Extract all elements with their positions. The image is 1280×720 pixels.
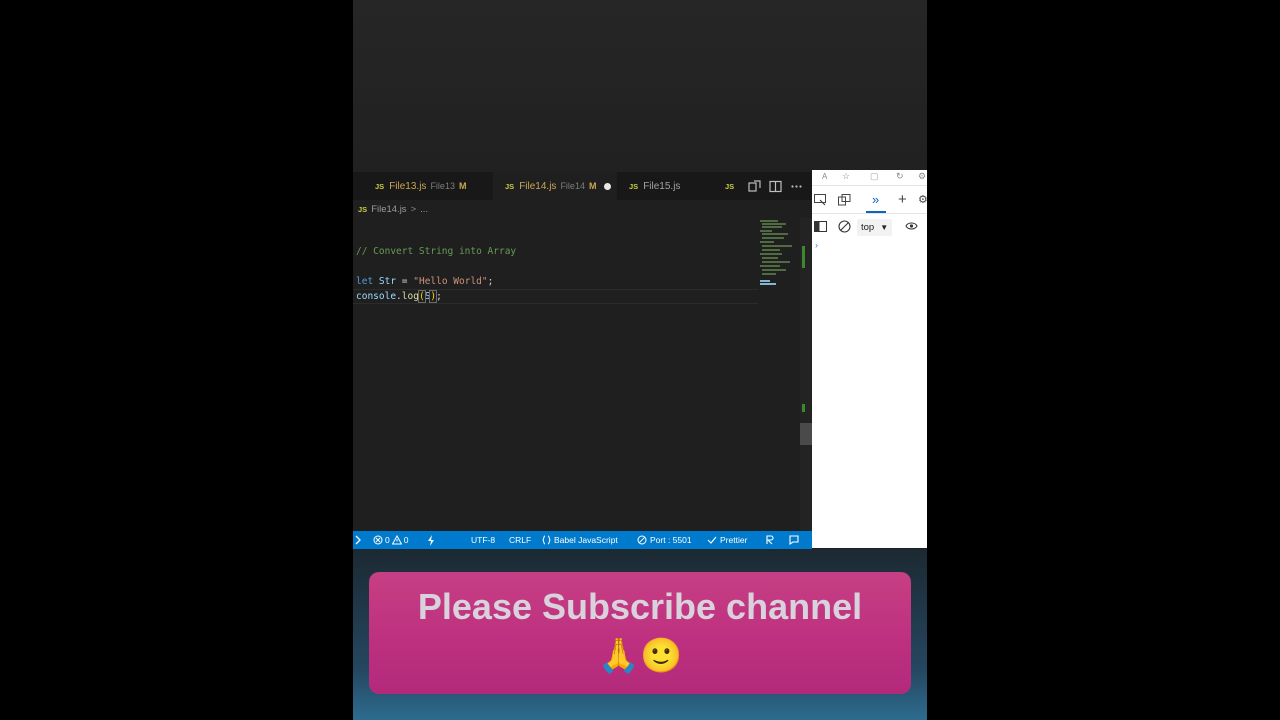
tab-file15[interactable]: JS File15.js	[629, 172, 719, 200]
devtools-tab-bar: » + ⚙	[812, 188, 927, 214]
breadcrumb-file[interactable]: File14.js	[371, 204, 406, 215]
sidebar-toggle-icon[interactable]	[814, 221, 827, 235]
inspect-element-icon[interactable]	[814, 194, 827, 209]
js-file-icon: JS	[358, 204, 368, 214]
code-line-comment: // Convert String into Array	[356, 246, 517, 257]
check-icon	[707, 536, 717, 544]
subscribe-banner[interactable]: Please Subscribe channel 🙏🙂	[369, 572, 911, 694]
tab-bar: JS File13.js File13 M JS File14.js File1…	[353, 172, 812, 200]
minimap[interactable]	[758, 218, 800, 531]
js-file-icon: JS	[375, 181, 385, 191]
split-editor-icon[interactable]	[768, 179, 783, 194]
tab-file14[interactable]: JS File14.js File14 M	[493, 172, 617, 200]
open-changes-icon[interactable]	[747, 179, 762, 194]
add-tab-icon[interactable]: +	[898, 191, 907, 208]
favorites-add-icon[interactable]: ☆	[842, 171, 850, 182]
vertical-scrollbar[interactable]	[800, 218, 812, 531]
devtools-panel: A ☆ ▢ ↻ ⚙ » + ⚙ top ▼ ›	[812, 170, 927, 548]
settings-gear-icon[interactable]: ⚙	[918, 193, 927, 206]
breadcrumb: JS File14.js > ...	[353, 200, 812, 218]
subscribe-text: Please Subscribe channel	[417, 586, 863, 627]
pray-smile-emoji-icon: 🙏🙂	[597, 637, 683, 675]
prompt-chevron-icon: ›	[815, 240, 818, 250]
error-icon	[373, 535, 383, 545]
live-server-port[interactable]: Port : 5501	[637, 531, 692, 549]
devtools-browser-toolbar: A ☆ ▢ ↻ ⚙	[812, 170, 927, 186]
sync-icon[interactable]	[427, 531, 435, 549]
active-tab-indicator	[866, 211, 886, 213]
scrollbar-thumb[interactable]	[800, 423, 812, 445]
eol-indicator[interactable]: CRLF	[509, 531, 531, 549]
warning-icon	[391, 535, 402, 545]
remote-icon[interactable]	[355, 531, 363, 549]
status-bar: 0 0 UTF-8 CRLF Babel JavaScript Port : 5…	[353, 531, 812, 549]
dropdown-caret-icon: ▼	[880, 223, 889, 232]
console-toolbar: top ▼	[812, 216, 927, 238]
braces-icon	[542, 535, 551, 545]
js-file-icon: JS	[629, 181, 639, 191]
refresh-icon[interactable]: ↻	[896, 171, 904, 182]
problems-indicator[interactable]: 0 0	[373, 531, 408, 549]
live-expression-eye-icon[interactable]	[905, 221, 918, 234]
vscode-window: JS File13.js File13 M JS File14.js File1…	[353, 172, 812, 549]
accounts-icon[interactable]	[765, 531, 775, 549]
breadcrumb-symbols[interactable]: ...	[420, 204, 428, 215]
more-tabs-icon[interactable]: »	[872, 192, 879, 207]
unsaved-dot-icon[interactable]	[604, 182, 612, 190]
breadcrumb-separator: >	[410, 203, 417, 215]
notifications-icon[interactable]	[789, 531, 799, 549]
editor-actions	[747, 172, 812, 200]
code-line-let: let Str = "Hello World";	[356, 276, 494, 287]
js-file-icon: JS	[725, 181, 735, 191]
js-file-icon: JS	[505, 181, 515, 191]
encoding-indicator[interactable]: UTF-8	[471, 531, 495, 549]
extensions-icon[interactable]: ⚙	[918, 171, 926, 182]
block-icon	[637, 535, 647, 545]
context-selector[interactable]: top ▼	[857, 219, 893, 236]
tab-file13[interactable]: JS File13.js File13 M	[375, 172, 493, 200]
tab-overflow[interactable]: JS	[725, 172, 745, 200]
read-aloud-icon[interactable]: A	[822, 172, 827, 181]
device-emulation-icon[interactable]	[838, 194, 851, 209]
code-editor[interactable]: // Convert String into Array let Str = "…	[353, 218, 800, 531]
console-prompt[interactable]: ›	[812, 240, 927, 254]
more-actions-icon[interactable]	[789, 179, 804, 194]
clear-console-icon[interactable]	[838, 220, 851, 236]
language-mode[interactable]: Babel JavaScript	[542, 531, 618, 549]
prettier-status[interactable]: Prettier	[707, 531, 747, 549]
code-line-console: console.log(S);	[356, 290, 442, 303]
tab-icon[interactable]: ▢	[870, 171, 879, 182]
